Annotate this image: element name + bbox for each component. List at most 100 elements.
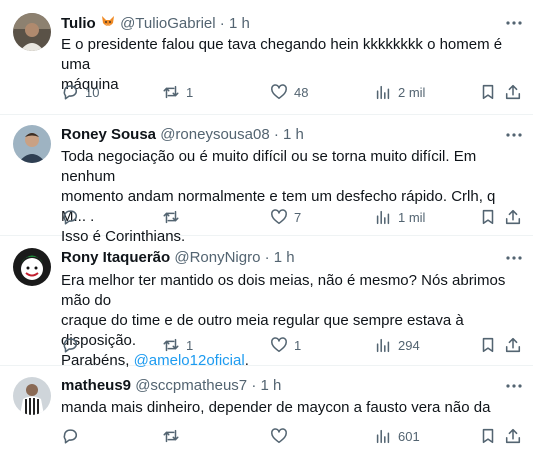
author-name[interactable]: Tulio: [61, 15, 96, 32]
views-icon: [376, 338, 390, 353]
views-count: 1 mil: [398, 209, 426, 225]
author-handle[interactable]: @TulioGabriel: [120, 15, 216, 32]
reply-button[interactable]: [61, 207, 85, 227]
bookmark-icon: [482, 428, 494, 444]
author-handle[interactable]: @roneysousa08: [160, 126, 269, 143]
like-button[interactable]: 7: [270, 207, 301, 227]
tweet[interactable]: Tulio @TulioGabriel · 1 h E o presidente…: [0, 0, 533, 115]
tweet-header: Tulio @TulioGabriel · 1 h: [61, 14, 493, 35]
reply-count: 10: [85, 84, 100, 100]
reply-feed: Tulio @TulioGabriel · 1 h E o presidente…: [0, 0, 533, 458]
views-button[interactable]: 2 mil: [374, 82, 425, 102]
tweet-header: Roney Sousa @roneysousa08 · 1 h: [61, 126, 493, 144]
like-button[interactable]: 48: [270, 82, 308, 102]
like-button[interactable]: [270, 426, 294, 446]
action-bar: 601: [61, 426, 523, 446]
repost-button[interactable]: 1: [162, 335, 193, 355]
tweet-text-line: manda mais dinheiro, depender de maycon …: [61, 399, 491, 416]
reply-icon: [63, 429, 77, 444]
tweet[interactable]: Roney Sousa @roneysousa08 · 1 h Toda neg…: [0, 115, 533, 245]
bookmark-icon: [482, 84, 494, 100]
action-bar: 7 1 mil: [61, 207, 523, 227]
like-count: 7: [294, 209, 302, 225]
repost-icon: [163, 210, 179, 224]
timestamp[interactable]: 1 h: [229, 15, 250, 32]
author-handle[interactable]: @sccpmatheus7: [135, 377, 247, 394]
avatar[interactable]: [13, 125, 51, 163]
action-bar: 10 1 48 2 mil: [61, 82, 523, 102]
bookmark-button[interactable]: [479, 335, 497, 355]
tweet-text-line: Toda negociação ou é muito difícil ou se…: [61, 148, 477, 185]
timestamp[interactable]: 1 h: [261, 377, 282, 394]
share-icon: [505, 428, 521, 444]
tweet-text: Era melhor ter mantido os dois meias, nã…: [61, 271, 521, 371]
views-icon: [376, 210, 390, 225]
repost-icon: [163, 85, 179, 99]
bookmark-button[interactable]: [479, 426, 497, 446]
timestamp[interactable]: 1 h: [283, 126, 304, 143]
more-icon[interactable]: [505, 249, 523, 267]
avatar[interactable]: [13, 13, 51, 51]
tweet-text-line: Era melhor ter mantido os dois meias, nã…: [61, 272, 506, 309]
views-count: 601: [398, 428, 420, 444]
share-button[interactable]: [504, 207, 522, 227]
like-icon: [271, 428, 287, 444]
tweet[interactable]: Rony Itaquerão @RonyNigro · 1 h Era melh…: [0, 236, 533, 369]
like-icon: [271, 209, 287, 225]
avatar[interactable]: [13, 377, 51, 415]
share-icon: [505, 209, 521, 225]
tweet-text: Toda negociação ou é muito difícil ou se…: [61, 147, 521, 247]
tweet-header: matheus9 @sccpmatheus7 · 1 h: [61, 377, 493, 395]
reply-button[interactable]: [61, 426, 85, 446]
repost-count: 1: [186, 84, 194, 100]
separator-dot: ·: [219, 15, 225, 32]
fox-emoji-icon: [100, 14, 116, 35]
share-button[interactable]: [504, 335, 522, 355]
more-icon[interactable]: [505, 377, 523, 395]
more-icon[interactable]: [505, 14, 523, 32]
repost-count: 1: [186, 337, 194, 353]
share-button[interactable]: [504, 82, 522, 102]
author-name[interactable]: matheus9: [61, 377, 131, 394]
like-icon: [271, 337, 287, 353]
share-icon: [505, 337, 521, 353]
views-button[interactable]: 601: [374, 426, 420, 446]
views-button[interactable]: 1 mil: [374, 207, 425, 227]
reply-button[interactable]: [61, 335, 85, 355]
tweet-text: manda mais dinheiro, depender de maycon …: [61, 398, 521, 418]
bookmark-icon: [482, 337, 494, 353]
reply-icon: [63, 210, 77, 225]
avatar[interactable]: [13, 248, 51, 286]
author-name[interactable]: Rony Itaquerão: [61, 249, 170, 266]
views-count: 2 mil: [398, 84, 426, 100]
action-bar: 1 1 294: [61, 335, 523, 355]
separator-dot: ·: [251, 377, 257, 394]
views-button[interactable]: 294: [374, 335, 420, 355]
like-count: 48: [294, 84, 309, 100]
tweet[interactable]: matheus9 @sccpmatheus7 · 1 h manda mais …: [0, 366, 533, 458]
repost-button[interactable]: [162, 426, 186, 446]
timestamp[interactable]: 1 h: [274, 249, 295, 266]
bookmark-button[interactable]: [479, 207, 497, 227]
repost-button[interactable]: [162, 207, 186, 227]
tweet-header: Rony Itaquerão @RonyNigro · 1 h: [61, 249, 493, 267]
bookmark-button[interactable]: [479, 82, 497, 102]
author-handle[interactable]: @RonyNigro: [174, 249, 260, 266]
repost-icon: [163, 429, 179, 443]
separator-dot: ·: [264, 249, 270, 266]
reply-button[interactable]: 10: [61, 82, 99, 102]
like-icon: [271, 84, 287, 100]
separator-dot: ·: [273, 126, 279, 143]
author-name[interactable]: Roney Sousa: [61, 126, 156, 143]
reply-icon: [63, 338, 77, 353]
repost-button[interactable]: 1: [162, 82, 193, 102]
more-icon[interactable]: [505, 126, 523, 144]
share-button[interactable]: [504, 426, 522, 446]
repost-icon: [163, 338, 179, 352]
reply-icon: [63, 85, 77, 100]
tweet-text-line: E o presidente falou que tava chegando h…: [61, 36, 503, 73]
like-button[interactable]: 1: [270, 335, 301, 355]
views-count: 294: [398, 337, 420, 353]
views-icon: [376, 85, 390, 100]
share-icon: [505, 84, 521, 100]
